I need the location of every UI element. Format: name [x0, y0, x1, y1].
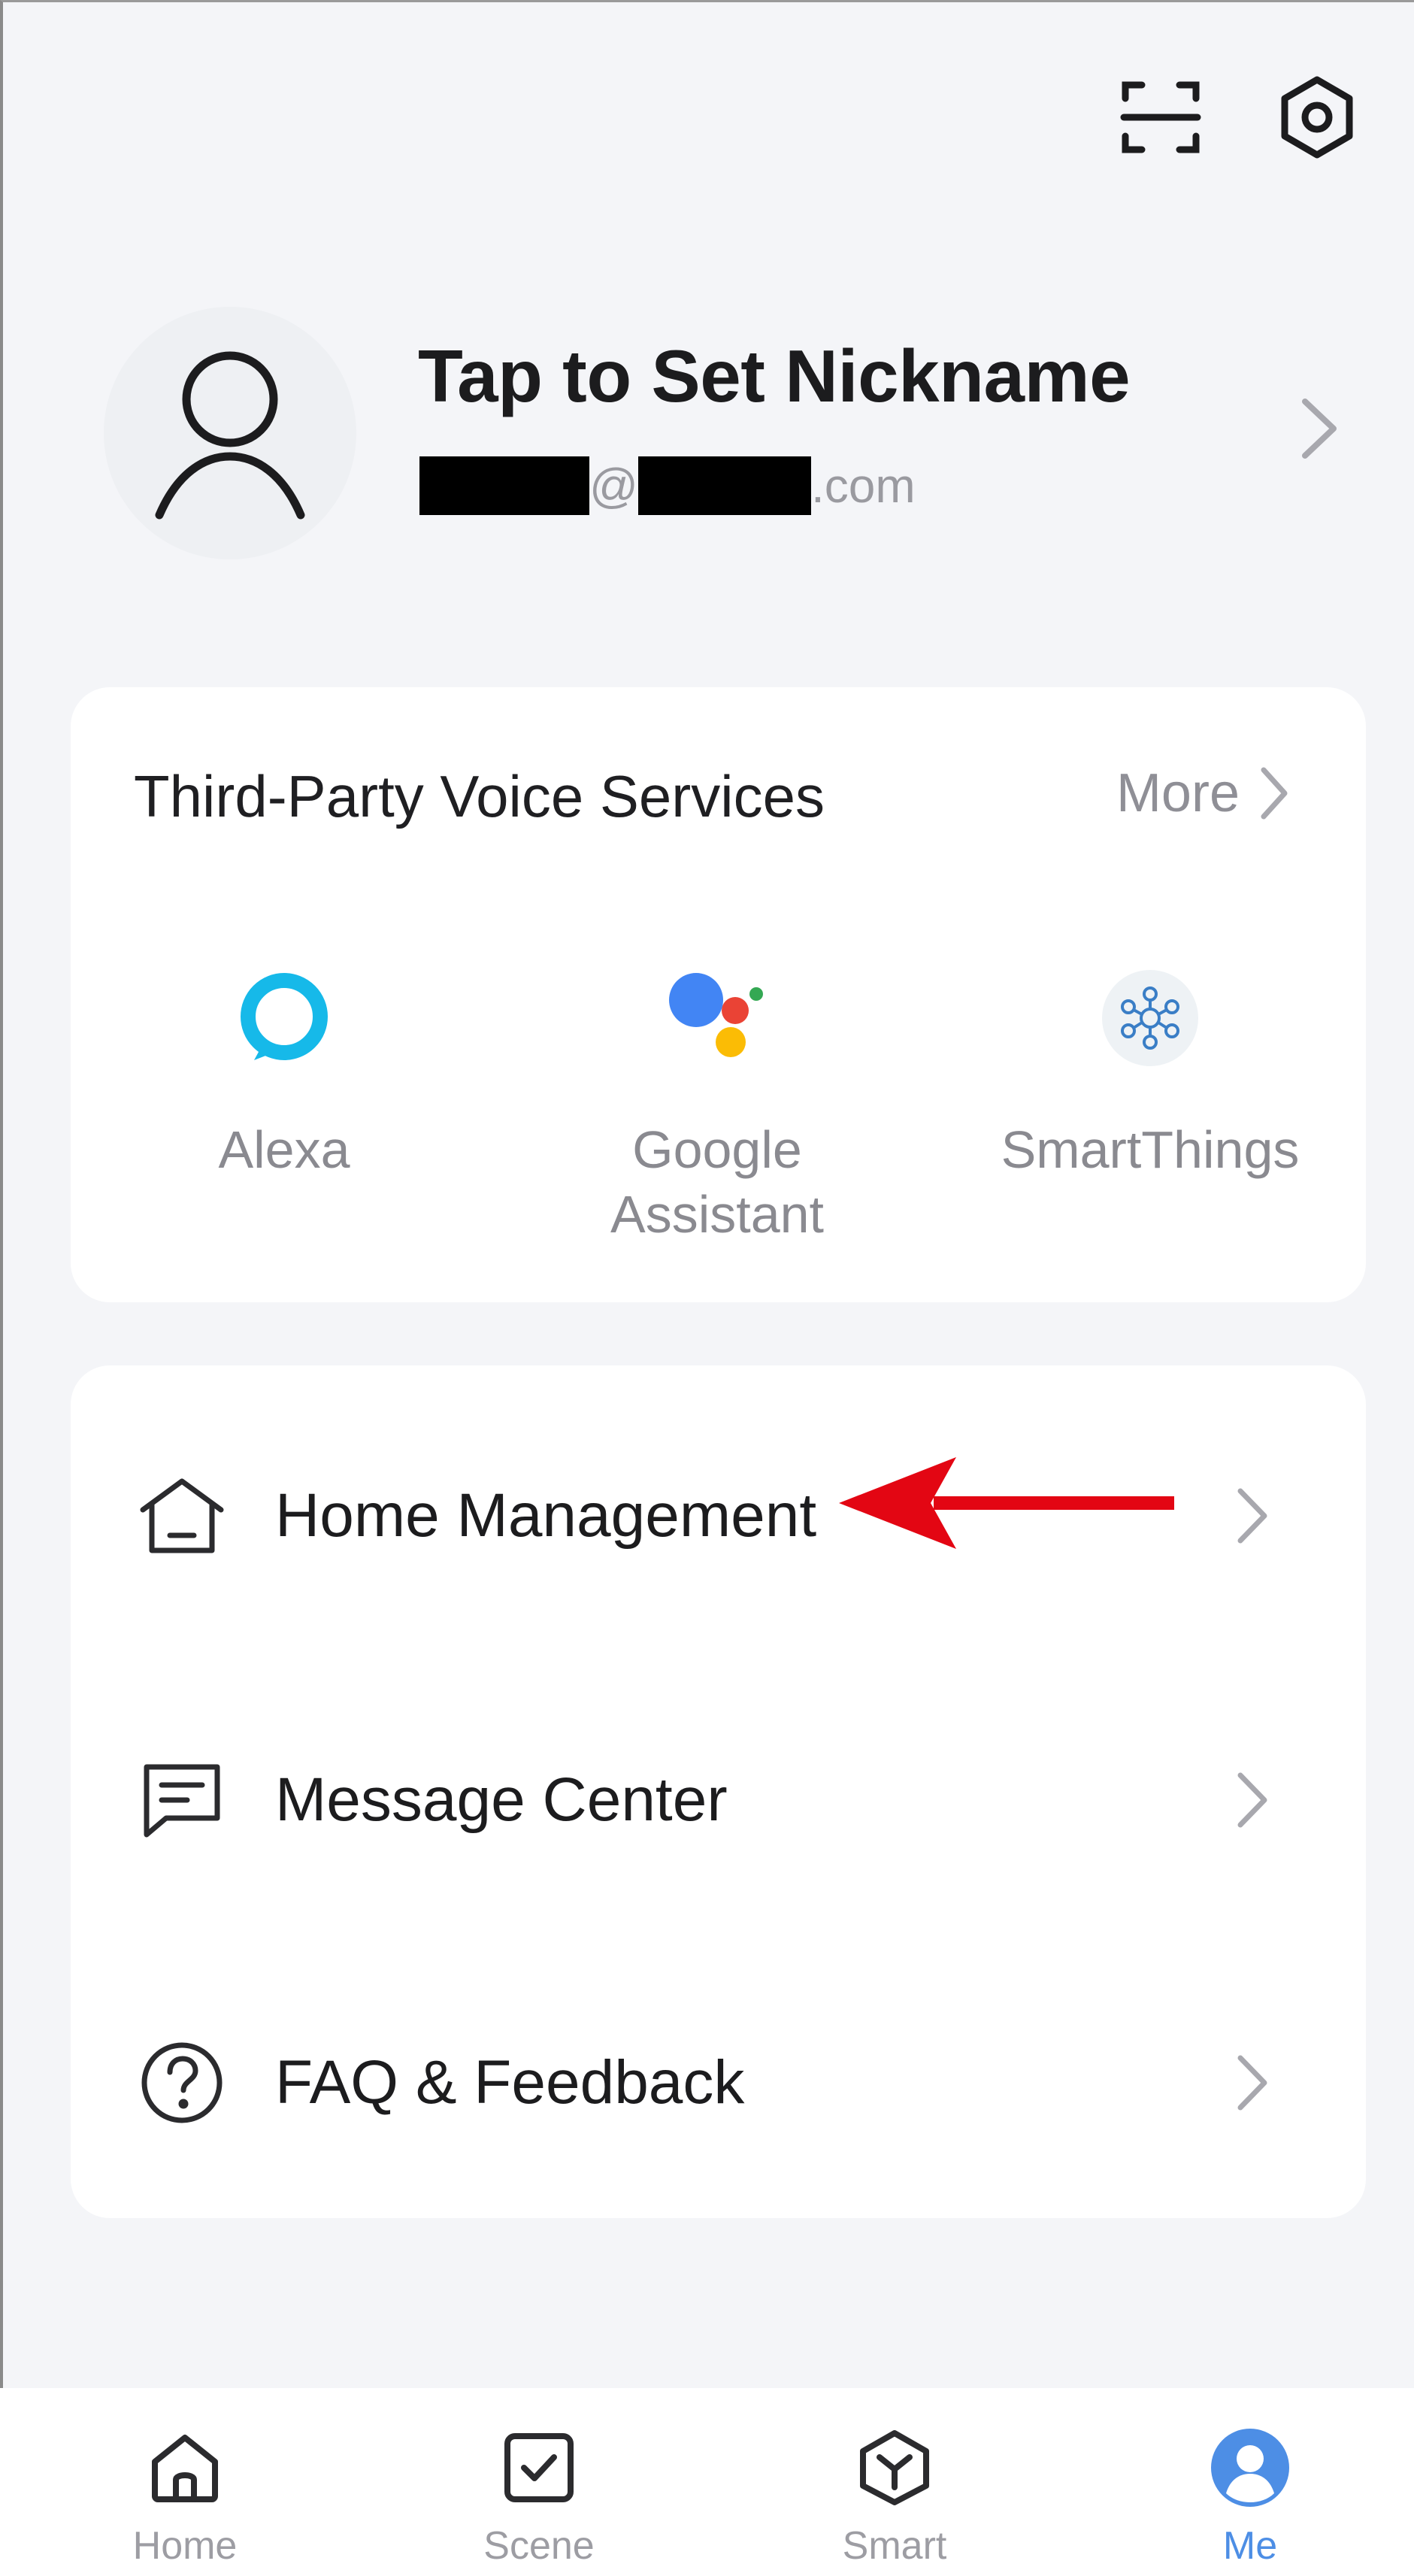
more-link[interactable]: More: [1116, 762, 1291, 824]
menu-item-label: FAQ & Feedback: [275, 2048, 745, 2117]
menu-item-faq-feedback[interactable]: FAQ & Feedback: [71, 2008, 1366, 2158]
service-label: Google Assistant: [610, 1120, 824, 1244]
chevron-right-icon: [1237, 2055, 1267, 2111]
user-outline-icon: [155, 351, 305, 520]
nickname-label[interactable]: Tap to Set Nickname: [418, 334, 1131, 419]
avatar[interactable]: [104, 307, 356, 559]
chevron-right-icon: [1237, 1772, 1267, 1828]
message-icon: [137, 1755, 227, 1845]
email-at: @: [589, 459, 638, 513]
redacted-block: [637, 456, 811, 515]
chevron-right-icon: [1261, 767, 1288, 820]
tab-label: Me: [1222, 2524, 1278, 2568]
tab-scene[interactable]: Scene: [426, 2423, 652, 2568]
google-assistant-icon: [665, 965, 770, 1071]
tab-home[interactable]: Home: [72, 2423, 298, 2568]
tab-label: Home: [132, 2524, 238, 2568]
tab-smart[interactable]: Smart: [782, 2423, 1007, 2568]
more-label: More: [1116, 763, 1240, 823]
annotation-arrow: [839, 1457, 1174, 1549]
service-alexa[interactable]: Alexa: [126, 965, 442, 1182]
service-label: SmartThings: [1001, 1120, 1300, 1179]
question-circle-icon: [137, 2038, 227, 2128]
me-profile-icon: [1205, 2423, 1295, 2513]
smartthings-icon: [1098, 965, 1203, 1071]
service-google-assistant[interactable]: Google Assistant: [559, 965, 875, 1247]
tab-label: Smart: [842, 2524, 947, 2568]
chevron-right-icon[interactable]: [1293, 391, 1346, 466]
home-tab-icon: [140, 2423, 230, 2513]
service-label: Alexa: [218, 1120, 350, 1179]
tab-label: Scene: [483, 2524, 595, 2568]
tab-me[interactable]: Me: [1137, 2423, 1363, 2568]
section-title: Third-Party Voice Services: [134, 763, 825, 829]
voice-services-card: Third-Party Voice Services More Alexa Go…: [71, 687, 1366, 1302]
menu-item-message-center[interactable]: Message Center: [71, 1725, 1366, 1875]
scan-icon[interactable]: [1116, 72, 1206, 162]
menu-item-label: Message Center: [275, 1765, 728, 1834]
bottom-tab-bar: Home Scene Smart Me: [0, 2388, 1414, 2576]
smart-cube-icon: [849, 2423, 940, 2513]
scene-check-icon: [494, 2423, 584, 2513]
redacted-block: [419, 456, 589, 515]
settings-hex-icon[interactable]: [1272, 72, 1362, 162]
email-suffix: .com: [810, 459, 916, 513]
chevron-right-icon: [1237, 1488, 1267, 1544]
account-email: @ .com: [419, 456, 916, 516]
menu-item-label: Home Management: [275, 1481, 817, 1550]
alexa-icon: [232, 965, 337, 1071]
service-smartthings[interactable]: SmartThings: [992, 965, 1308, 1182]
home-outline-icon: [137, 1471, 227, 1561]
